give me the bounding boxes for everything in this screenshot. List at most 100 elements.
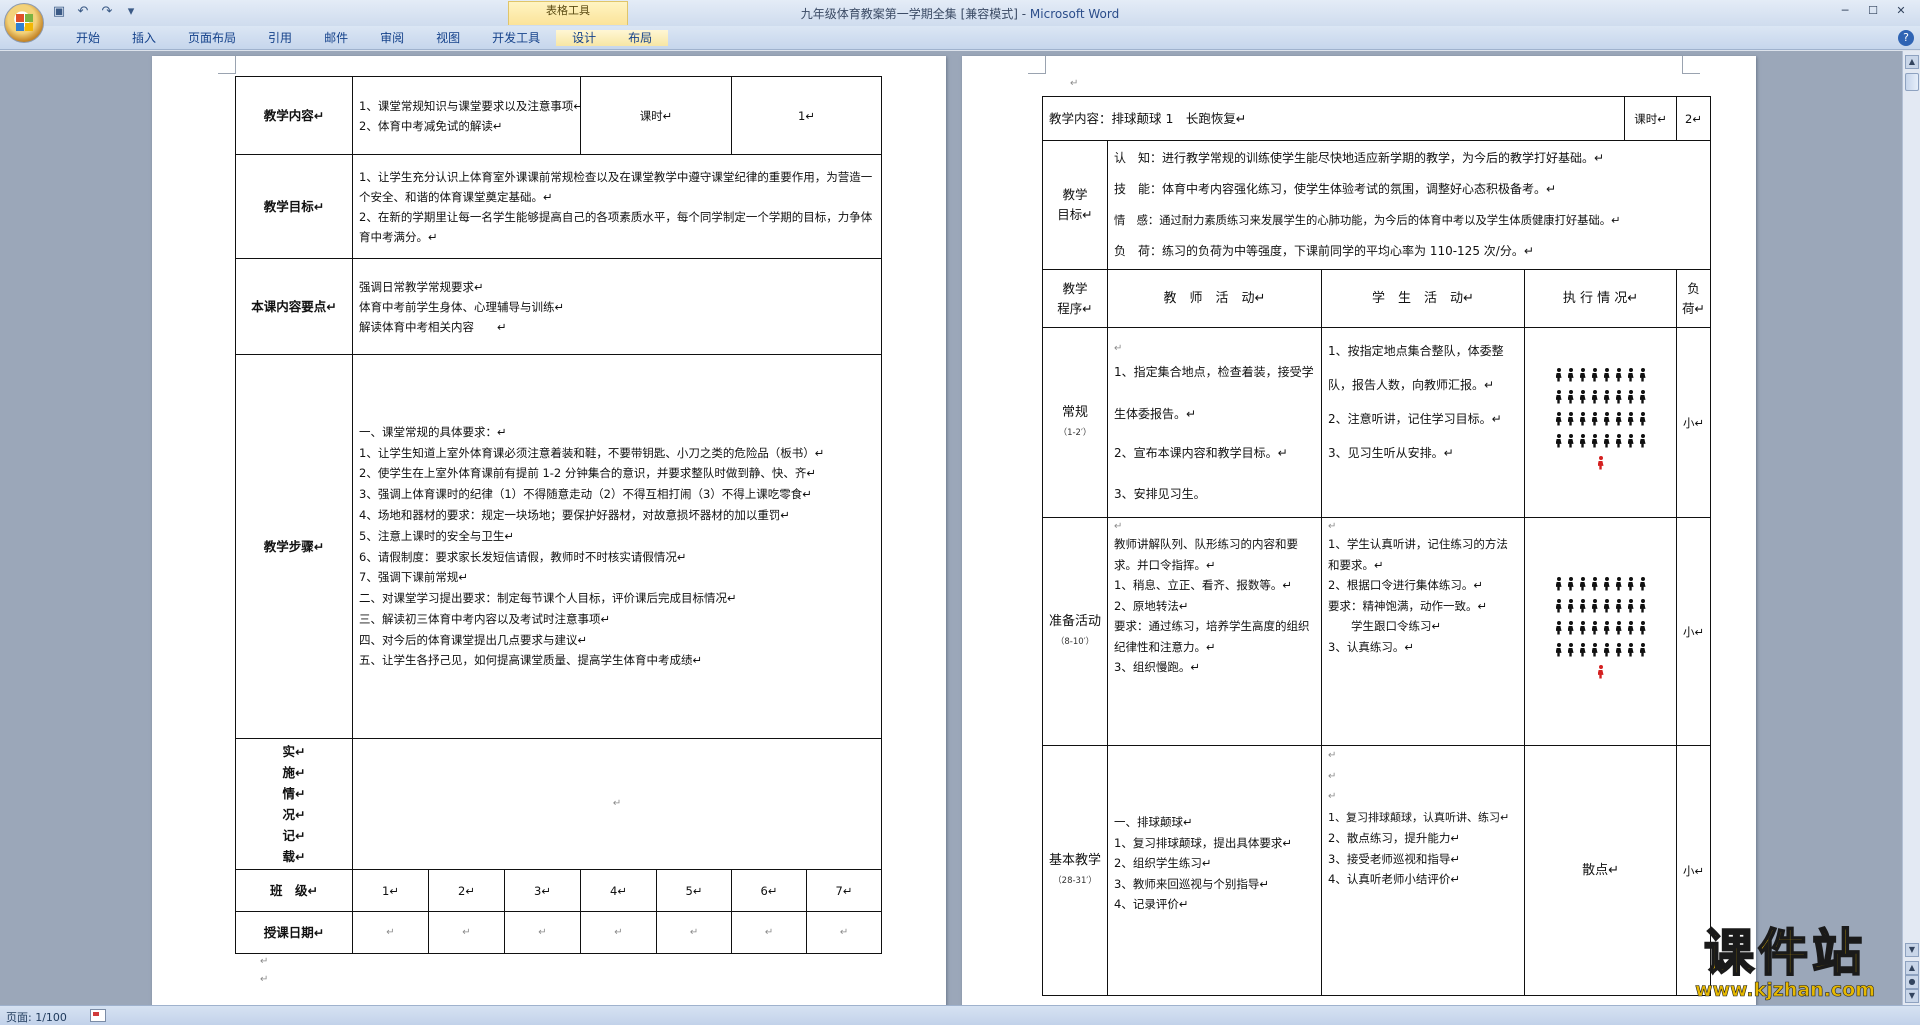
teacher-activity-warmup[interactable]: ↵ 教师讲解队列、队形练习的内容和要求。并口令指挥。↵ 1、稍息、立正、看齐、报… — [1107, 517, 1322, 746]
student-activity-warmup[interactable]: ↵ 1、学生认真听讲，记住练习的方法和要求。↵ 2、根据口令进行集体练习。↵ 要… — [1321, 517, 1525, 746]
date-cell[interactable]: ↵ — [352, 911, 429, 954]
tab-view[interactable]: 视图 — [420, 30, 476, 46]
activity-line: 一、排球颠球↵ — [1114, 815, 1193, 829]
ribbon-tabs: 开始 插入 页面布局 引用 邮件 审阅 视图 开发工具 设计 布局 — [60, 30, 669, 46]
teacher-activity-main[interactable]: 一、排球颠球↵ 1、复习排球颠球，提出具体要求↵ 2、组织学生练习↵ 3、教师来… — [1107, 745, 1322, 996]
date-cell[interactable]: ↵ — [806, 911, 883, 954]
office-button[interactable] — [4, 3, 44, 43]
class-number[interactable]: 7↵ — [806, 869, 883, 912]
student-figure-icon — [1554, 367, 1564, 382]
student-figure-icon — [1602, 433, 1612, 448]
tab-insert[interactable]: 插入 — [116, 30, 172, 46]
procedure-routine: 常规 （1-2′） — [1042, 327, 1108, 518]
student-figure-icon — [1554, 576, 1564, 591]
student-figure-icon — [1590, 433, 1600, 448]
activity-line: 2、组织学生练习↵ — [1114, 856, 1212, 870]
record-cell[interactable]: ↵ — [351, 738, 883, 870]
student-figure-icon — [1614, 433, 1624, 448]
content-label: 教学内容↵ — [235, 76, 353, 155]
key-item: 体育中考前学生身体、心理辅导与训练↵ — [359, 299, 565, 314]
tab-references[interactable]: 引用 — [252, 30, 308, 46]
crop-mark — [1682, 56, 1700, 74]
student-figure-icon — [1566, 389, 1576, 404]
tab-developer[interactable]: 开发工具 — [476, 30, 556, 46]
scroll-up-icon[interactable]: ▲ — [1905, 55, 1919, 69]
student-activity-routine[interactable]: 1、按指定地点集合整队，体委整队，报告人数，向教师汇报。↵ 2、注意听讲，记住学… — [1321, 327, 1525, 518]
tab-review[interactable]: 审阅 — [364, 30, 420, 46]
step-item: 二、对课堂学习提出要求：制定每节课个人目标，评价课后完成目标情况↵ — [359, 591, 737, 606]
content-cell[interactable]: 1、课堂常规知识与课堂要求以及注意事项↵ 2、体育中考减免试的解读↵ — [352, 76, 583, 155]
class-number[interactable]: 6↵ — [731, 869, 808, 912]
goal-cell[interactable]: 认 知：进行教学常规的训练使学生能尽快地适应新学期的教学，为今后的教学打好基础。… — [1106, 140, 1712, 270]
procedure-main: 基本教学 （28-31′） — [1042, 745, 1108, 996]
class-label: 班 级↵ — [235, 869, 353, 912]
execution-main[interactable]: 散点↵ — [1523, 745, 1678, 996]
macro-record-icon[interactable] — [90, 1009, 106, 1022]
close-icon[interactable]: ✕ — [1888, 3, 1914, 19]
load-warmup[interactable]: 小↵ — [1676, 517, 1712, 746]
scroll-thumb[interactable] — [1905, 73, 1919, 91]
student-figure-icon — [1602, 598, 1612, 613]
page-count[interactable]: 页面: 1/100 — [6, 1009, 67, 1025]
load-routine[interactable]: 小↵ — [1676, 327, 1712, 518]
date-cell[interactable]: ↵ — [655, 911, 733, 954]
goal-item: 技 能：体育中考内容强化练习，使学生体验考试的氛围，调整好心态积极备考。↵ — [1114, 182, 1557, 196]
key-points-cell[interactable]: 强调日常教学常规要求↵ 体育中考前学生身体、心理辅导与训练↵ 解读体育中考相关内… — [351, 258, 883, 355]
student-figure-icon — [1638, 367, 1648, 382]
record-char: 况↵ — [282, 807, 306, 822]
maximize-icon[interactable]: ☐ — [1860, 3, 1886, 19]
activity-line: 要求：通过练习，培养学生高度的组织纪律性和注意力。↵ — [1114, 619, 1310, 654]
activity-line: 1、指定集合地点，检查着装，接受学生体委报告。↵ — [1114, 365, 1314, 421]
student-activity-main[interactable]: ↵ ↵ ↵ 1、复习排球颠球，认真听讲、练习↵ 2、散点练习，提升能力↵ 3、接… — [1321, 745, 1525, 996]
class-number[interactable]: 4↵ — [580, 869, 657, 912]
step-item: 一、课堂常规的具体要求：↵ — [359, 424, 507, 439]
goal-cell[interactable]: 1、让学生充分认识上体育室外课课前常规检查以及在课堂教学中遵守课堂纪律的重要作用… — [351, 154, 883, 259]
student-figure-icon — [1590, 598, 1600, 613]
next-page-icon[interactable]: ▼ — [1905, 989, 1919, 1003]
class-number[interactable]: 2↵ — [428, 869, 505, 912]
tab-layout[interactable]: 布局 — [612, 30, 669, 46]
browse-object-icon[interactable]: ● — [1905, 975, 1919, 989]
step-item: 四、对今后的体育课堂提出几点要求与建议↵ — [359, 632, 588, 647]
step-item: 5、注意上课时的安全与卫生↵ — [359, 528, 514, 543]
date-cell[interactable]: ↵ — [731, 911, 808, 954]
header-load: 负 荷↵ — [1676, 269, 1712, 328]
date-cell[interactable]: ↵ — [580, 911, 657, 954]
student-figure-icon — [1626, 411, 1636, 426]
prev-page-icon[interactable]: ▲ — [1905, 961, 1919, 975]
vertical-scrollbar[interactable]: ▲ ▼ ▲ ● ▼ — [1902, 51, 1920, 1005]
teacher-activity-routine[interactable]: ↵ 1、指定集合地点，检查着装，接受学生体委报告。↵ 2、宣布本课内容和教学目标… — [1107, 327, 1322, 518]
class-number[interactable]: 3↵ — [504, 869, 581, 912]
student-figure-icon — [1614, 367, 1624, 382]
ribbon: 开始 插入 页面布局 引用 邮件 审阅 视图 开发工具 设计 布局 ? — [0, 26, 1920, 50]
minimize-icon[interactable]: ─ — [1832, 3, 1858, 19]
student-figure-icon — [1590, 367, 1600, 382]
header-procedure: 教学 程序↵ — [1042, 269, 1108, 328]
date-cell[interactable]: ↵ — [428, 911, 505, 954]
tab-home[interactable]: 开始 — [60, 30, 116, 46]
tab-page-layout[interactable]: 页面布局 — [172, 30, 252, 46]
hours-label: 课时↵ — [579, 76, 733, 155]
student-figure-icon — [1578, 367, 1588, 382]
goal-item: 认 知：进行教学常规的训练使学生能尽快地适应新学期的教学，为今后的教学打好基础。… — [1114, 151, 1605, 165]
student-figure-icon — [1626, 367, 1636, 382]
hours-value[interactable]: 1↵ — [731, 76, 883, 155]
scroll-down-icon[interactable]: ▼ — [1905, 943, 1919, 957]
student-figure-icon — [1638, 411, 1648, 426]
help-icon[interactable]: ? — [1898, 30, 1914, 46]
step-item: 五、让学生各抒己见，如何提高课堂质量、提高学生体育中考成绩↵ — [359, 653, 703, 668]
steps-cell[interactable]: 一、课堂常规的具体要求：↵ 1、让学生知道上室外体育课必须注意着装和鞋，不要带钥… — [351, 354, 883, 739]
date-cell[interactable]: ↵ — [504, 911, 581, 954]
activity-line: 3、认真练习。↵ — [1328, 639, 1414, 654]
content-line[interactable]: 教学内容：排球颠球 1 长跑恢复↵ — [1041, 96, 1626, 141]
class-number[interactable]: 5↵ — [655, 869, 733, 912]
hours-value[interactable]: 2↵ — [1676, 96, 1712, 141]
tab-design[interactable]: 设计 — [556, 30, 613, 46]
app-name: Microsoft Word — [1029, 7, 1120, 21]
class-number[interactable]: 1↵ — [352, 869, 429, 912]
tab-mailings[interactable]: 邮件 — [308, 30, 364, 46]
goal-item: 情 感：通过耐力素质练习来发展学生的心肺功能，为今后的体育中考以及学生体质健康打… — [1114, 214, 1621, 227]
lesson-table-left: 教学内容↵ 1、课堂常规知识与课堂要求以及注意事项↵ 2、体育中考减免试的解读↵… — [235, 76, 883, 954]
record-char: 实↵ — [282, 744, 306, 759]
lesson-table-right: 教学内容：排球颠球 1 长跑恢复↵ 课时↵ 2↵ 教学 目标↵ 认 知：进行教学… — [1041, 96, 1712, 996]
